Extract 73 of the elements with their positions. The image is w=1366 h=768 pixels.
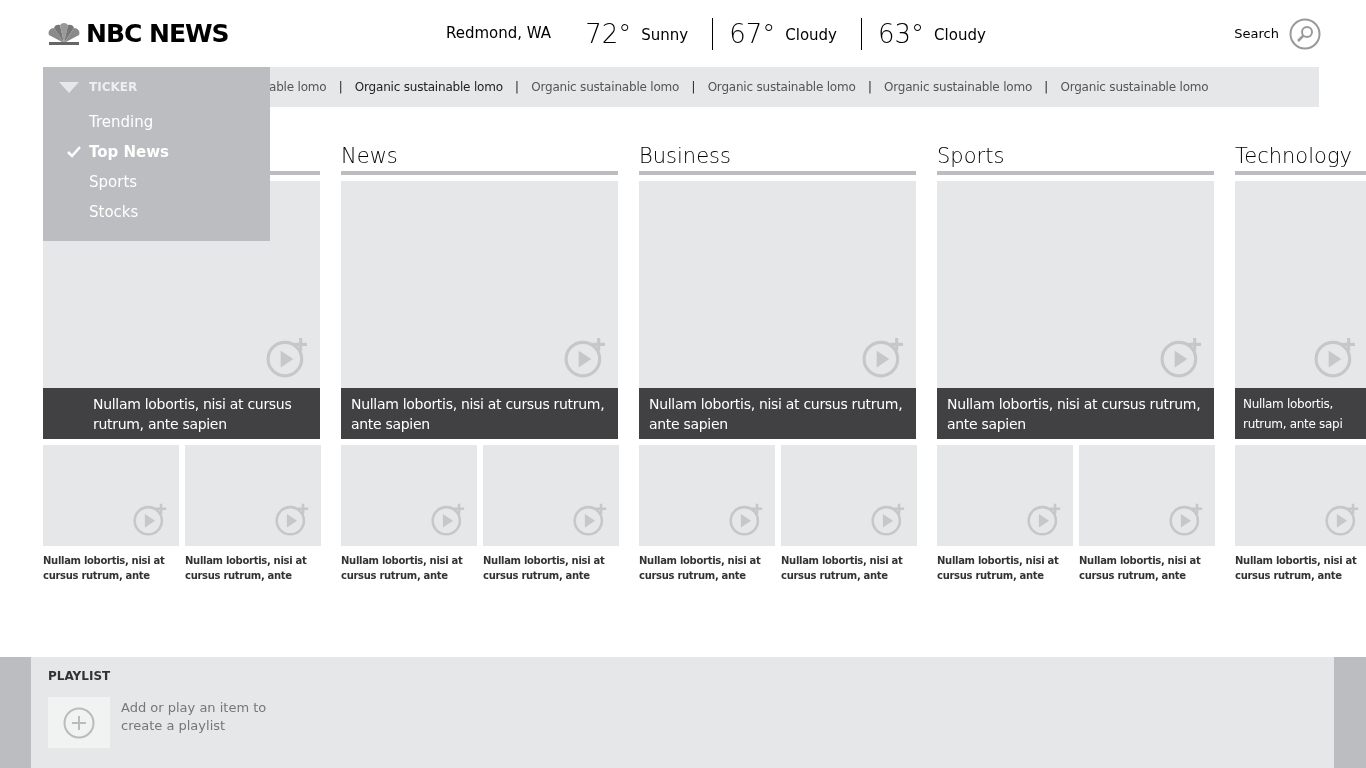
play-add-icon[interactable] [1160, 336, 1202, 378]
play-add-icon[interactable] [133, 502, 167, 536]
temperature: 67° [729, 20, 776, 47]
video-caption[interactable]: Nullam lobortis, nisi at cursus rutrum, ante [43, 553, 179, 583]
temperature: 63° [877, 20, 925, 47]
location-label: Redmond, WA [446, 23, 552, 45]
video-caption[interactable]: Nullam lobortis, nisi at cursus rutrum, ante [483, 553, 619, 583]
feature-tile[interactable] [639, 181, 916, 388]
section-title[interactable]: Technology [1235, 146, 1352, 167]
video-thumbnail[interactable] [185, 445, 321, 546]
ticker-item[interactable]: Organic sustainable lomo [884, 78, 1033, 96]
video-thumbnail[interactable] [43, 445, 179, 546]
ticker-separator: | [867, 78, 873, 97]
peacock-logo-icon [46, 22, 82, 45]
video-thumbnail[interactable] [639, 445, 775, 546]
feature-caption[interactable]: Nullam lobortis, nisi at cursus rutrum, ante sapien [341, 388, 618, 439]
search-label[interactable]: Search [1234, 23, 1279, 44]
play-add-icon[interactable] [266, 336, 308, 378]
logo-text: NBC NEWS [86, 21, 229, 46]
ticker-item[interactable]: Organic sustainable lomo [1060, 78, 1209, 96]
video-thumbnail[interactable] [781, 445, 917, 546]
feature-caption[interactable]: Nullam lobortis, nisi at cursus rutrum, ante sapien [43, 388, 320, 439]
playlist-title: PLAYLIST [48, 668, 112, 685]
play-add-icon[interactable] [1314, 336, 1356, 378]
ticker-separator: | [514, 78, 520, 97]
ticker-separator: | [691, 78, 696, 97]
ticker-item[interactable]: Organic sustainable lomo [707, 78, 856, 96]
play-add-icon[interactable] [1027, 502, 1061, 536]
play-add-icon[interactable] [1169, 502, 1203, 536]
video-thumbnail[interactable] [341, 445, 477, 546]
section-title[interactable]: News [341, 146, 398, 167]
playlist-hint: Add or play an item to create a playlist [121, 699, 268, 735]
video-caption[interactable]: Nullam lobortis, nisi at cursus rutrum, ante [1235, 553, 1366, 583]
search-icon[interactable] [1289, 17, 1321, 50]
video-thumbnail[interactable] [937, 445, 1073, 546]
video-caption[interactable]: Nullam lobortis, nisi at cursus rutrum, ante [639, 553, 775, 583]
play-add-icon[interactable] [431, 502, 465, 536]
play-add-icon[interactable] [871, 502, 905, 536]
video-caption[interactable]: Nullam lobortis, nisi at cursus rutrum, ante [781, 553, 917, 583]
feature-tile[interactable] [937, 181, 1214, 388]
play-add-icon[interactable] [564, 336, 606, 378]
ticker-separator: | [1044, 78, 1049, 97]
feature-caption[interactable]: Nullam lobortis, rutrum, ante sapi [1235, 388, 1366, 439]
section-title[interactable]: Sports [937, 146, 1005, 167]
play-add-icon[interactable] [275, 502, 309, 536]
weather-condition: Cloudy [785, 25, 837, 47]
video-thumbnail[interactable] [1079, 445, 1215, 546]
feature-tile[interactable] [341, 181, 618, 388]
video-thumbnail[interactable] [1235, 445, 1366, 546]
feature-caption[interactable]: Nullam lobortis, nisi at cursus rutrum, ante sapien [639, 388, 916, 439]
video-caption[interactable]: Nullam lobortis, nisi at cursus rutrum, ante [341, 553, 477, 583]
weather-condition: Sunny [641, 25, 689, 47]
ticker-item[interactable]: Organic sustainable lomo [531, 78, 680, 96]
ticker-item[interactable]: able lomo [269, 78, 327, 96]
add-button[interactable] [48, 697, 110, 748]
video-caption[interactable]: Nullam lobortis, nisi at cursus rutrum, ante [937, 553, 1073, 583]
temperature: 72° [585, 20, 632, 47]
play-add-icon[interactable] [729, 502, 763, 536]
section-title[interactable]: Business [639, 146, 731, 167]
weather-condition: Cloudy [934, 25, 986, 47]
ticker-item[interactable]: Organic sustainable lomo [354, 78, 503, 96]
video-caption[interactable]: Nullam lobortis, nisi at cursus rutrum, ante [1079, 553, 1215, 583]
play-add-icon[interactable] [573, 502, 607, 536]
video-thumbnail[interactable] [483, 445, 619, 546]
add-icon [63, 706, 95, 739]
play-add-icon[interactable] [1325, 502, 1359, 536]
video-caption[interactable]: Nullam lobortis, nisi at cursus rutrum, ante [185, 553, 321, 583]
check-icon [67, 146, 81, 158]
play-add-icon[interactable] [862, 336, 904, 378]
feature-tile[interactable] [1235, 181, 1366, 388]
collapse-triangle-icon[interactable] [59, 81, 79, 93]
feature-caption[interactable]: Nullam lobortis, nisi at cursus rutrum, ante sapien [937, 388, 1214, 439]
ticker-separator: | [338, 78, 343, 97]
